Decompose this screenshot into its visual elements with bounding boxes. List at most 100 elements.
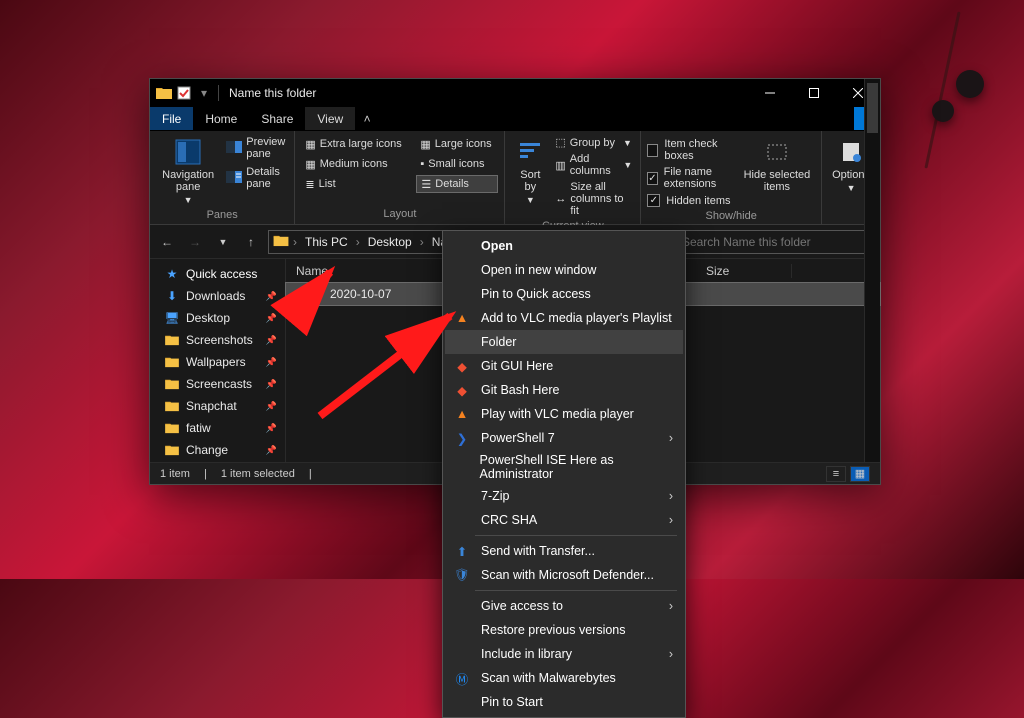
recent-locations-button[interactable]: ▼ xyxy=(212,231,234,253)
file-ext-toggle[interactable]: ✓File name extensions xyxy=(647,165,734,191)
desktop-icon: 🖥 xyxy=(164,310,180,326)
checkbox-icon xyxy=(176,85,192,101)
ctx-play-vlc[interactable]: ▲Play with VLC media player xyxy=(445,402,683,426)
search-input[interactable] xyxy=(682,235,867,249)
layout-icon: ≣ xyxy=(305,178,314,191)
layout-small[interactable]: ▪Small icons xyxy=(416,155,498,173)
details-pane-button[interactable]: Details pane xyxy=(224,165,288,191)
forward-button[interactable]: → xyxy=(184,231,206,253)
ctx-scan-defender[interactable]: 🛡Scan with Microsoft Defender... xyxy=(445,563,683,587)
layout-icon: ☰ xyxy=(421,178,431,191)
ctx-pin-quick-access[interactable]: ·Pin to Quick access xyxy=(445,282,683,306)
nav-sidebar: ★ Quick access ⬇Downloads📌 🖥Desktop📌 Scr… xyxy=(150,259,286,462)
ctx-give-access[interactable]: ·Give access to› xyxy=(445,594,683,618)
preview-pane-button[interactable]: Preview pane xyxy=(224,135,288,161)
ctx-git-bash[interactable]: ◆Git Bash Here xyxy=(445,378,683,402)
folder-icon xyxy=(164,332,180,348)
sidebar-item-fatiw[interactable]: fatiw📌 xyxy=(150,417,285,439)
pin-icon: 📌 xyxy=(266,401,277,412)
ctx-restore-previous[interactable]: ·Restore previous versions xyxy=(445,618,683,642)
ctx-send-transfer[interactable]: ⬆Send with Transfer... xyxy=(445,539,683,563)
vertical-scrollbar[interactable] xyxy=(864,79,880,462)
sidebar-item-change[interactable]: Change📌 xyxy=(150,439,285,461)
hidden-items-toggle[interactable]: ✓Hidden items xyxy=(647,193,734,208)
tab-view[interactable]: View xyxy=(305,107,355,130)
layout-large[interactable]: ▦Large icons xyxy=(416,135,498,153)
group-by-button[interactable]: ⬚Group by▼ xyxy=(553,135,634,150)
sidebar-item-screencasts[interactable]: Screencasts📌 xyxy=(150,373,285,395)
details-pane-icon xyxy=(226,171,242,186)
quick-access-header[interactable]: ★ Quick access xyxy=(150,263,285,285)
add-columns-button[interactable]: ▥Add columns▼ xyxy=(553,152,634,178)
minimize-button[interactable] xyxy=(748,79,792,107)
collapse-ribbon-button[interactable]: ˄ xyxy=(355,107,379,130)
folder-icon xyxy=(164,376,180,392)
chevron-down-icon: ▼ xyxy=(623,138,632,148)
ctx-powershell7[interactable]: ❯PowerShell 7› xyxy=(445,426,683,450)
search-box[interactable]: 🔍 xyxy=(654,230,874,254)
pin-icon: 📌 xyxy=(266,313,277,324)
downloads-icon: ⬇ xyxy=(164,288,180,304)
breadcrumb-seg[interactable]: Desktop xyxy=(364,235,416,249)
layout-extra-large[interactable]: ▦Extra large icons xyxy=(301,135,408,153)
hide-selected-button[interactable]: Hide selected items xyxy=(739,135,815,208)
sort-icon xyxy=(515,137,545,167)
pin-icon: 📌 xyxy=(266,379,277,390)
breadcrumb-seg[interactable]: This PC xyxy=(301,235,352,249)
back-button[interactable]: ← xyxy=(156,231,178,253)
chevron-right-icon[interactable]: › xyxy=(418,235,426,249)
ctx-include-library[interactable]: ·Include in library› xyxy=(445,642,683,666)
ctx-open[interactable]: ·Open xyxy=(445,234,683,258)
ctx-scan-malware[interactable]: ⓂScan with Malwarebytes xyxy=(445,666,683,690)
sort-by-button[interactable]: Sort by ▼ xyxy=(511,135,549,218)
bg-berry xyxy=(956,70,984,98)
ribbon: Navigation pane ▼ Preview pane Details p… xyxy=(150,131,880,225)
fit-icon: ↔ xyxy=(555,193,566,205)
folder-icon xyxy=(164,398,180,414)
ctx-pin-start[interactable]: ·Pin to Start xyxy=(445,690,683,714)
tab-home[interactable]: Home xyxy=(193,107,249,130)
ctx-powershell-ise[interactable]: ·PowerShell ISE Here as Administrator xyxy=(445,450,683,484)
sidebar-item-wallpapers[interactable]: Wallpapers📌 xyxy=(150,351,285,373)
scrollbar-thumb[interactable] xyxy=(867,83,878,133)
layout-icon: ▦ xyxy=(420,138,430,151)
tab-share[interactable]: Share xyxy=(249,107,305,130)
sidebar-item-desktop[interactable]: 🖥Desktop📌 xyxy=(150,307,285,329)
navigation-pane-button[interactable]: Navigation pane ▼ xyxy=(156,135,220,207)
size-all-columns-button[interactable]: ↔Size all columns to fit xyxy=(553,180,634,218)
item-checkboxes-toggle[interactable]: Item check boxes xyxy=(647,137,734,163)
view-details-button[interactable]: ≡ xyxy=(826,466,846,482)
group-icon: ⬚ xyxy=(555,136,565,149)
sidebar-item-snapchat[interactable]: Snapchat📌 xyxy=(150,395,285,417)
pin-icon: 📌 xyxy=(266,423,277,434)
ctx-folder[interactable]: ·Folder xyxy=(445,330,683,354)
vlc-icon: ▲ xyxy=(453,405,471,423)
ribbon-group-panes: Navigation pane ▼ Preview pane Details p… xyxy=(150,131,295,224)
ribbon-group-layout: ▦Extra large icons ▦Large icons ▦Medium … xyxy=(295,131,505,224)
maximize-button[interactable] xyxy=(792,79,836,107)
chevron-down-icon: ▼ xyxy=(623,160,632,170)
col-size[interactable]: Size xyxy=(696,264,792,278)
sidebar-item-screenshots[interactable]: Screenshots📌 xyxy=(150,329,285,351)
pin-icon: 📌 xyxy=(266,335,277,346)
chevron-right-icon: › xyxy=(669,489,673,503)
ctx-crc-sha[interactable]: ·CRC SHA› xyxy=(445,508,683,532)
view-thumbnails-button[interactable]: ▦ xyxy=(850,466,870,482)
layout-details[interactable]: ☰Details xyxy=(416,175,498,193)
sidebar-item-downloads[interactable]: ⬇Downloads📌 xyxy=(150,285,285,307)
col-name[interactable]: Name xyxy=(286,264,446,278)
checkbox-icon: ✓ xyxy=(647,172,657,185)
pin-icon: 📌 xyxy=(266,445,277,456)
tab-file[interactable]: File xyxy=(150,107,193,130)
ctx-git-gui[interactable]: ◆Git GUI Here xyxy=(445,354,683,378)
chevron-right-icon[interactable]: › xyxy=(291,235,299,249)
chevron-right-icon[interactable]: › xyxy=(354,235,362,249)
ctx-7zip[interactable]: ·7-Zip› xyxy=(445,484,683,508)
dropdown-icon[interactable]: ▾ xyxy=(196,85,212,101)
ctx-open-new-window[interactable]: ·Open in new window xyxy=(445,258,683,282)
up-button[interactable]: ↑ xyxy=(240,231,262,253)
layout-list[interactable]: ≣List xyxy=(301,175,408,193)
layout-medium[interactable]: ▦Medium icons xyxy=(301,155,408,173)
chevron-down-icon: ▼ xyxy=(847,183,856,193)
ctx-vlc-playlist[interactable]: ▲Add to VLC media player's Playlist xyxy=(445,306,683,330)
